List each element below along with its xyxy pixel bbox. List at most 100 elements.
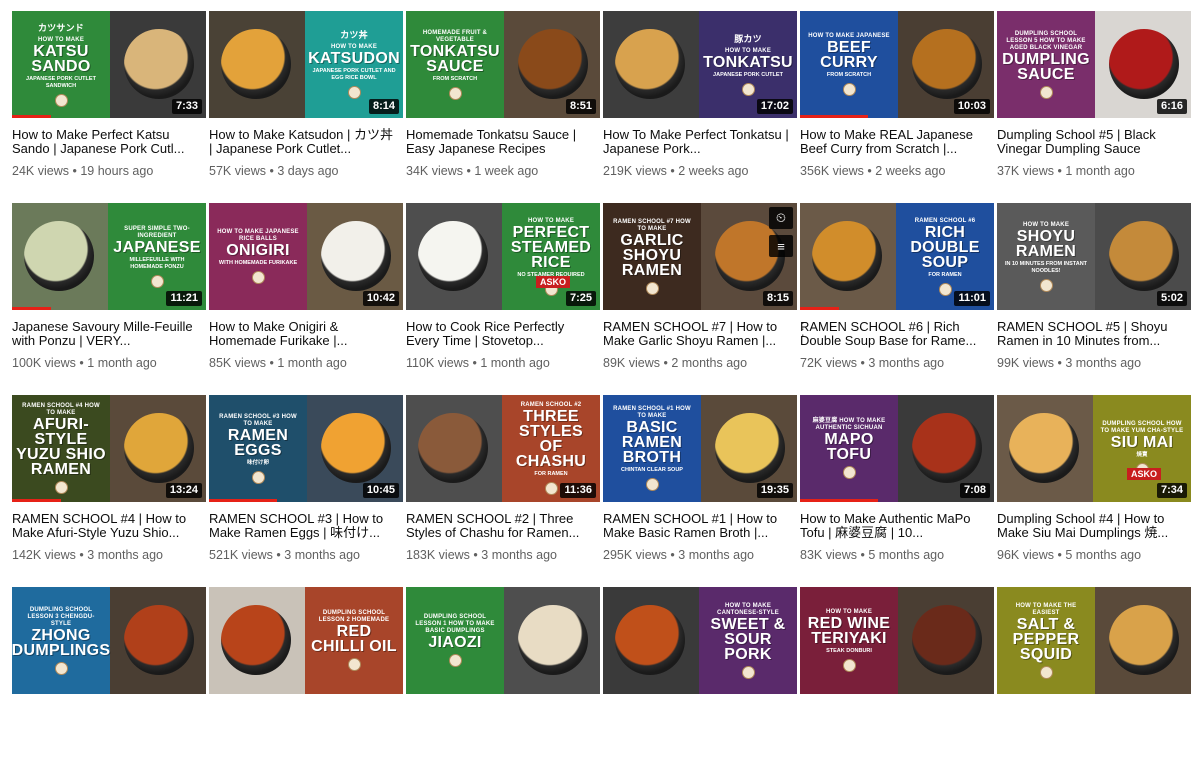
video-title[interactable]: How to Cook Rice Perfectly Every Time | … bbox=[406, 320, 600, 348]
video-card[interactable]: DUMPLING SCHOOL LESSON 2 HOMEMADE RED CHI… bbox=[209, 587, 403, 779]
video-thumbnail[interactable]: HOW TO MAKE CANTONESE-STYLE SWEET & SOUR … bbox=[603, 587, 797, 694]
video-title[interactable]: How to Make Onigiri & Homemade Furikake … bbox=[209, 320, 403, 348]
sponsor-brand-badge: ASKO bbox=[535, 276, 570, 288]
thumbnail-title-panel: HOW TO MAKE RED WINE TERIYAKI STEAK DONBUR… bbox=[800, 587, 898, 694]
thumbnail-food-image bbox=[124, 29, 194, 99]
video-thumbnail[interactable]: HOW TO MAKE SHOYU RAMEN IN 10 MINUTES FROM… bbox=[997, 203, 1191, 310]
video-title[interactable]: RAMEN SCHOOL #4 | How to Make Afuri-Styl… bbox=[12, 512, 206, 540]
thumbnail-food-image bbox=[418, 221, 488, 291]
view-count: 183K views bbox=[406, 548, 470, 562]
video-card[interactable]: RAMEN SCHOOL #2 THREE STYLES OF CHASHU FOR… bbox=[406, 395, 600, 587]
video-card[interactable]: HOW TO MAKE CANTONESE-STYLE SWEET & SOUR … bbox=[603, 587, 797, 779]
video-thumbnail[interactable]: HOW TO MAKE PERFECT STEAMED RICE NO STEAME… bbox=[406, 203, 600, 310]
video-card[interactable]: 麻婆豆腐 HOW TO MAKE AUTHENTIC SICHUAN MAPO T… bbox=[800, 395, 994, 587]
thumbnail-japanese-text: カツ丼 bbox=[340, 30, 368, 40]
metadata-separator: • bbox=[272, 548, 285, 562]
video-title[interactable]: Dumpling School #4 | How to Make Siu Mai… bbox=[997, 512, 1191, 540]
video-thumbnail[interactable]: DUMPLING SCHOOL LESSON 3 CHENGDU-STYLE ZH… bbox=[12, 587, 206, 694]
clock-icon[interactable]: ⏲ bbox=[769, 207, 793, 229]
video-thumbnail[interactable]: HOW TO MAKE JAPANESE BEEF CURRY FROM SCRAT… bbox=[800, 11, 994, 118]
video-card[interactable]: DUMPLING SCHOOL LESSON 3 CHENGDU-STYLE ZH… bbox=[12, 587, 206, 779]
video-card[interactable]: RAMEN SCHOOL #1 HOW TO MAKE BASIC RAMEN B… bbox=[603, 395, 797, 587]
upload-age: 3 months ago bbox=[481, 548, 558, 562]
video-title[interactable]: RAMEN SCHOOL #7 | How to Make Garlic Sho… bbox=[603, 320, 797, 348]
video-title[interactable]: How to Make Katsudon | カツ丼 | Japanese Po… bbox=[209, 128, 403, 156]
thumbnail-kicker-text: HOW TO MAKE JAPANESE RICE BALLS bbox=[217, 229, 299, 242]
video-card[interactable]: HOMEMADE FRUIT & VEGETABLE TONKATSU SAUCE… bbox=[406, 11, 600, 203]
thumbnail-title-panel: DUMPLING SCHOOL LESSON 2 HOMEMADE RED CHI… bbox=[305, 587, 403, 694]
video-title[interactable]: How To Make Perfect Tonkatsu | Japanese … bbox=[603, 128, 797, 156]
view-count: 85K views bbox=[209, 356, 266, 370]
video-title[interactable]: Japanese Savoury Mille-Feuille with Ponz… bbox=[12, 320, 206, 348]
video-card[interactable]: · · · RAMEN SCHOOL #7 HOW TO MAKE GARLIC SHO… bbox=[603, 203, 805, 395]
thumbnail-kicker-text: DUMPLING SCHOOL HOW TO MAKE YUM CHA-STYL… bbox=[1100, 421, 1184, 434]
video-title[interactable]: How to Make REAL Japanese Beef Curry fro… bbox=[800, 128, 994, 156]
video-title[interactable]: How to Make Perfect Katsu Sando | Japane… bbox=[12, 128, 206, 156]
video-card[interactable]: DUMPLING SCHOOL HOW TO MAKE YUM CHA-STYL… bbox=[997, 395, 1191, 587]
thumbnail-headline-text: RED WINE TERIYAKI bbox=[807, 615, 891, 647]
watch-progress-bar bbox=[800, 115, 868, 118]
video-thumbnail[interactable]: 麻婆豆腐 HOW TO MAKE AUTHENTIC SICHUAN MAPO T… bbox=[800, 395, 994, 502]
thumbnail-kicker-text: RAMEN SCHOOL #7 HOW TO MAKE bbox=[613, 218, 691, 232]
video-thumbnail[interactable]: HOW TO MAKE RED WINE TERIYAKI STEAK DONBUR… bbox=[800, 587, 994, 694]
video-card[interactable]: DUMPLING SCHOOL LESSON 5 HOW TO MAKE AGE… bbox=[997, 11, 1191, 203]
video-thumbnail[interactable]: HOMEMADE FRUIT & VEGETABLE TONKATSU SAUCE… bbox=[406, 11, 600, 118]
video-thumbnail[interactable]: RAMEN SCHOOL #2 THREE STYLES OF CHASHU FOR… bbox=[406, 395, 600, 502]
video-title[interactable] bbox=[209, 704, 403, 732]
video-title[interactable] bbox=[406, 704, 600, 732]
video-title[interactable]: RAMEN SCHOOL #5 | Shoyu Ramen in 10 Minu… bbox=[997, 320, 1191, 348]
video-title[interactable]: How to Make Authentic MaPo Tofu | 麻婆豆腐 |… bbox=[800, 512, 994, 540]
video-title[interactable]: RAMEN SCHOOL #6 | Rich Double Soup Base … bbox=[800, 320, 994, 348]
thumbnail-headline-text: JIAOZI bbox=[428, 634, 482, 651]
video-card[interactable]: HOW TO MAKE PERFECT STEAMED RICE NO STEAME… bbox=[406, 203, 600, 395]
video-thumbnail[interactable]: 豚カツ HOW TO MAKE TONKATSU JAPANESE PORK CUTL… bbox=[603, 11, 797, 118]
video-title[interactable] bbox=[997, 704, 1191, 732]
video-thumbnail[interactable]: DUMPLING SCHOOL LESSON 2 HOMEMADE RED CHI… bbox=[209, 587, 403, 694]
video-thumbnail[interactable]: RAMEN SCHOOL #1 HOW TO MAKE BASIC RAMEN B… bbox=[603, 395, 797, 502]
video-card[interactable]: RAMEN SCHOOL #3 HOW TO MAKE RAMEN EGGS 味付け… bbox=[209, 395, 403, 587]
video-thumbnail[interactable]: DUMPLING SCHOOL LESSON 1 HOW TO MAKE BAS… bbox=[406, 587, 600, 694]
video-thumbnail[interactable]: HOW TO MAKE THE EASIEST SALT & PEPPER SQU… bbox=[997, 587, 1191, 694]
video-thumbnail[interactable]: RAMEN SCHOOL #7 HOW TO MAKE GARLIC SHOYU … bbox=[603, 203, 797, 310]
queue-icon[interactable]: ≡ bbox=[769, 235, 793, 257]
watch-progress-bar bbox=[209, 499, 277, 502]
video-card[interactable]: 豚カツ HOW TO MAKE TONKATSU JAPANESE PORK CUTL… bbox=[603, 11, 797, 203]
video-title[interactable]: Homemade Tonkatsu Sauce | Easy Japanese … bbox=[406, 128, 600, 156]
thumbnail-kicker-text: HOW TO MAKE THE EASIEST bbox=[1015, 602, 1077, 616]
video-thumbnail[interactable]: RAMEN SCHOOL #3 HOW TO MAKE RAMEN EGGS 味付け… bbox=[209, 395, 403, 502]
video-title[interactable]: RAMEN SCHOOL #1 | How to Make Basic Rame… bbox=[603, 512, 797, 540]
video-card[interactable]: DUMPLING SCHOOL LESSON 1 HOW TO MAKE BAS… bbox=[406, 587, 600, 779]
video-thumbnail[interactable]: カツサンド HOW TO MAKE KATSU SANDO JAPANESE PORK… bbox=[12, 11, 206, 118]
video-card[interactable]: カツサンド HOW TO MAKE KATSU SANDO JAPANESE PORK… bbox=[12, 11, 206, 203]
video-thumbnail[interactable]: DUMPLING SCHOOL LESSON 5 HOW TO MAKE AGE… bbox=[997, 11, 1191, 118]
video-thumbnail[interactable]: SUPER SIMPLE TWO-INGREDIENT JAPANESE MILLE… bbox=[12, 203, 206, 310]
video-thumbnail[interactable]: カツ丼 HOW TO MAKE KATSUDON JAPANESE PORK CUTL… bbox=[209, 11, 403, 118]
channel-mascot-icon bbox=[54, 661, 68, 675]
thumbnail-food-image bbox=[615, 29, 685, 99]
video-card[interactable]: HOW TO MAKE JAPANESE RICE BALLS ONIGIRI WI… bbox=[209, 203, 403, 395]
thumbnail-title-panel: 麻婆豆腐 HOW TO MAKE AUTHENTIC SICHUAN MAPO T… bbox=[800, 395, 898, 502]
video-thumbnail[interactable]: RAMEN SCHOOL #6 RICH DOUBLE SOUP FOR RAMEN… bbox=[800, 203, 994, 310]
video-title[interactable]: RAMEN SCHOOL #3 | How to Make Ramen Eggs… bbox=[209, 512, 403, 540]
video-card[interactable]: カツ丼 HOW TO MAKE KATSUDON JAPANESE PORK CUTL… bbox=[209, 11, 403, 203]
video-card[interactable]: HOW TO MAKE JAPANESE BEEF CURRY FROM SCRAT… bbox=[800, 11, 994, 203]
video-title[interactable]: RAMEN SCHOOL #2 | Three Styles of Chashu… bbox=[406, 512, 600, 540]
channel-mascot-icon bbox=[741, 665, 755, 679]
video-card[interactable]: SUPER SIMPLE TWO-INGREDIENT JAPANESE MILLE… bbox=[12, 203, 206, 395]
video-title[interactable] bbox=[800, 704, 994, 732]
thumbnail-food-image bbox=[912, 29, 982, 99]
video-card[interactable]: HOW TO MAKE THE EASIEST SALT & PEPPER SQU… bbox=[997, 587, 1191, 779]
video-card[interactable]: RAMEN SCHOOL #6 RICH DOUBLE SOUP FOR RAMEN… bbox=[800, 203, 994, 395]
video-title[interactable] bbox=[12, 704, 206, 732]
video-thumbnail[interactable]: DUMPLING SCHOOL HOW TO MAKE YUM CHA-STYL… bbox=[997, 395, 1191, 502]
video-metadata: 99K views • 3 months ago bbox=[997, 356, 1191, 370]
upload-age: 2 weeks ago bbox=[678, 164, 749, 178]
video-card[interactable]: HOW TO MAKE RED WINE TERIYAKI STEAK DONBUR… bbox=[800, 587, 994, 779]
video-title[interactable]: Dumpling School #5 | Black Vinegar Dumpl… bbox=[997, 128, 1191, 156]
video-thumbnail[interactable]: RAMEN SCHOOL #4 HOW TO MAKE AFURI-STYLE Y… bbox=[12, 395, 206, 502]
video-title[interactable] bbox=[603, 704, 797, 732]
view-count: 83K views bbox=[800, 548, 857, 562]
video-card[interactable]: HOW TO MAKE SHOYU RAMEN IN 10 MINUTES FROM… bbox=[997, 203, 1191, 395]
video-thumbnail[interactable]: HOW TO MAKE JAPANESE RICE BALLS ONIGIRI WI… bbox=[209, 203, 403, 310]
video-card[interactable]: RAMEN SCHOOL #4 HOW TO MAKE AFURI-STYLE Y… bbox=[12, 395, 206, 587]
